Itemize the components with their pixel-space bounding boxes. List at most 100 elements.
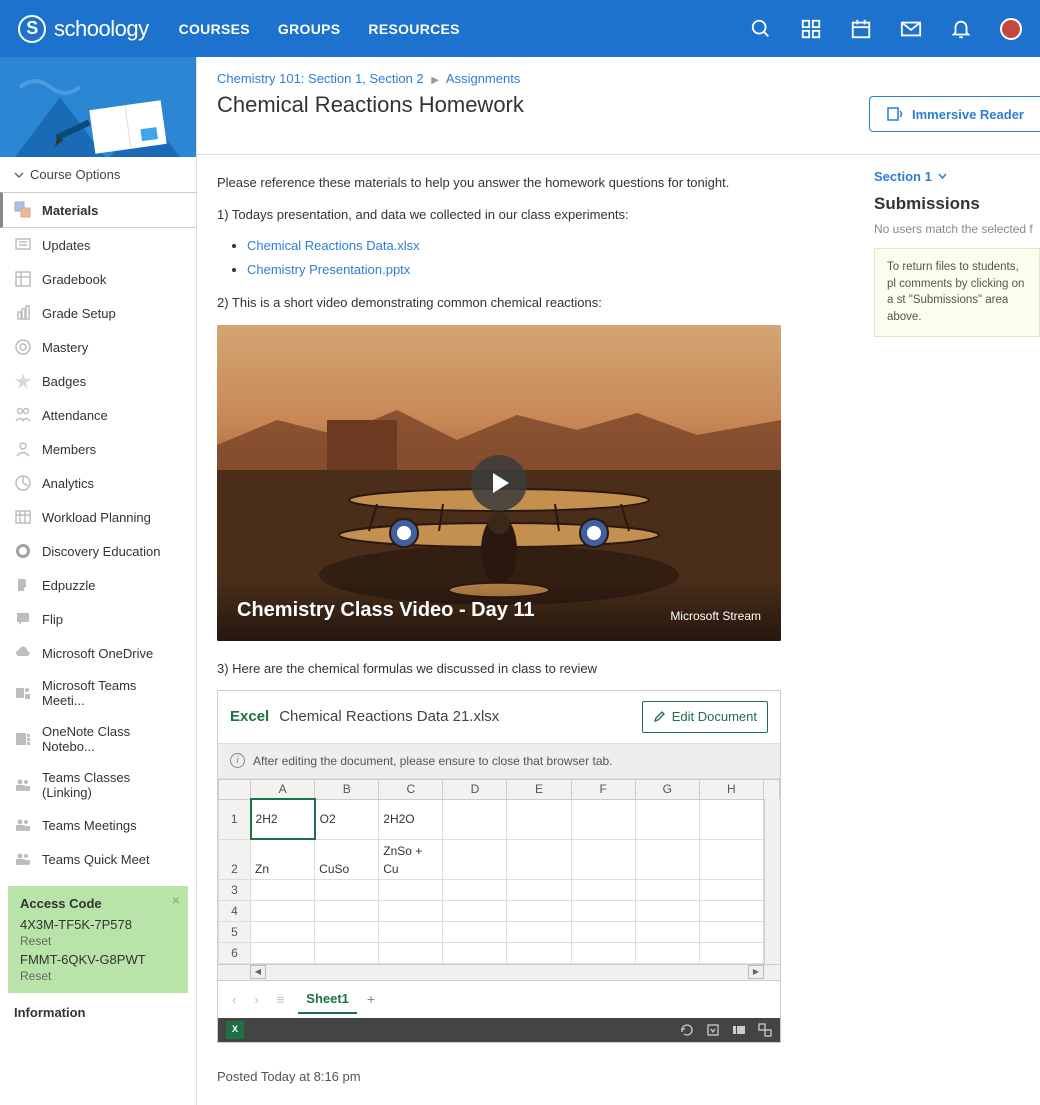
cell[interactable] — [571, 879, 635, 900]
cell[interactable] — [251, 879, 315, 900]
tab-prev-arrow[interactable]: ‹ — [228, 988, 240, 1012]
avatar[interactable] — [1000, 18, 1022, 40]
cell[interactable] — [571, 921, 635, 942]
sidebar-item-workload[interactable]: Workload Planning — [0, 500, 196, 534]
close-icon[interactable]: × — [172, 892, 180, 908]
cell[interactable] — [507, 879, 571, 900]
section-dropdown[interactable]: Section 1 — [874, 169, 1040, 184]
course-options-dropdown[interactable]: Course Options — [0, 157, 196, 192]
tab-next-arrow[interactable]: › — [250, 988, 262, 1012]
edit-document-button[interactable]: Edit Document — [642, 701, 768, 733]
sidebar-item-flip[interactable]: Flip — [0, 602, 196, 636]
cell[interactable] — [635, 942, 699, 963]
cell[interactable] — [507, 839, 571, 879]
cell[interactable]: O2 — [315, 799, 379, 839]
sidebar-item-teams-classes[interactable]: Teams Classes (Linking) — [0, 762, 196, 808]
tab-list-icon[interactable]: ≡ — [273, 988, 289, 1012]
play-button[interactable] — [471, 455, 527, 511]
cell[interactable] — [315, 942, 379, 963]
cell[interactable] — [251, 921, 315, 942]
nav-groups[interactable]: GROUPS — [278, 21, 340, 37]
cell[interactable] — [507, 799, 571, 839]
cell[interactable] — [443, 921, 507, 942]
calendar-icon[interactable] — [850, 18, 872, 40]
cell[interactable] — [443, 900, 507, 921]
breadcrumb-section[interactable]: Assignments — [446, 71, 520, 86]
cell[interactable] — [699, 799, 763, 839]
scroll-left-arrow[interactable]: ◀ — [250, 965, 266, 979]
reset-link-2[interactable]: Reset — [20, 969, 176, 983]
cell[interactable] — [571, 942, 635, 963]
cell[interactable] — [571, 839, 635, 879]
cell[interactable] — [635, 839, 699, 879]
attachment-link-2[interactable]: Chemistry Presentation.pptx — [247, 262, 410, 277]
scrollbar-horizontal[interactable]: ◀ ▶ — [218, 964, 780, 980]
cell[interactable] — [379, 921, 443, 942]
sidebar-item-updates[interactable]: Updates — [0, 228, 196, 262]
cell[interactable] — [699, 879, 763, 900]
cell[interactable] — [699, 839, 763, 879]
cell[interactable]: Zn — [251, 839, 315, 879]
cell[interactable] — [443, 942, 507, 963]
mail-icon[interactable] — [900, 18, 922, 40]
cell[interactable]: CuSo — [315, 839, 379, 879]
fullscreen-icon[interactable] — [758, 1023, 772, 1037]
sheet-tab-active[interactable]: Sheet1 — [298, 985, 357, 1015]
view-icon[interactable] — [732, 1023, 746, 1037]
cell[interactable] — [315, 900, 379, 921]
brand-logo[interactable]: S schoology — [18, 15, 149, 43]
sidebar-item-attendance[interactable]: Attendance — [0, 398, 196, 432]
apps-grid-icon[interactable] — [800, 18, 822, 40]
sidebar-item-onenote[interactable]: OneNote Class Notebo... — [0, 716, 196, 762]
sidebar-item-gradebook[interactable]: Gradebook — [0, 262, 196, 296]
cell[interactable] — [443, 839, 507, 879]
breadcrumb-course[interactable]: Chemistry 101: Section 1, Section 2 — [217, 71, 424, 86]
scrollbar-vertical[interactable] — [764, 799, 780, 964]
download-icon[interactable] — [706, 1023, 720, 1037]
cell[interactable] — [699, 921, 763, 942]
sidebar-item-edpuzzle[interactable]: Edpuzzle — [0, 568, 196, 602]
nav-resources[interactable]: RESOURCES — [368, 21, 459, 37]
sidebar-item-teams-meetings[interactable]: Teams Meetings — [0, 808, 196, 842]
sidebar-item-badges[interactable]: Badges — [0, 364, 196, 398]
cell[interactable]: 2H2 — [251, 799, 315, 839]
cell[interactable] — [699, 942, 763, 963]
sidebar-item-gradesetup[interactable]: Grade Setup — [0, 296, 196, 330]
cell[interactable] — [251, 900, 315, 921]
sidebar-item-onedrive[interactable]: Microsoft OneDrive — [0, 636, 196, 670]
cell[interactable] — [379, 879, 443, 900]
immersive-reader-button[interactable]: Immersive Reader — [869, 96, 1040, 132]
sidebar-item-discovery[interactable]: Discovery Education — [0, 534, 196, 568]
cell[interactable] — [635, 900, 699, 921]
cell[interactable] — [635, 799, 699, 839]
cell[interactable] — [507, 900, 571, 921]
cell[interactable] — [571, 900, 635, 921]
sidebar-item-members[interactable]: Members — [0, 432, 196, 466]
cell[interactable] — [443, 799, 507, 839]
scroll-right-arrow[interactable]: ▶ — [748, 965, 764, 979]
cell[interactable] — [315, 879, 379, 900]
cell[interactable] — [251, 942, 315, 963]
cell[interactable] — [443, 879, 507, 900]
refresh-icon[interactable] — [680, 1023, 694, 1037]
cell[interactable] — [571, 799, 635, 839]
cell[interactable] — [507, 921, 571, 942]
course-banner[interactable] — [0, 57, 196, 157]
add-sheet-button[interactable]: + — [367, 989, 375, 1010]
cell[interactable]: 2H2O — [379, 799, 443, 839]
attachment-link-1[interactable]: Chemical Reactions Data.xlsx — [247, 238, 420, 253]
search-icon[interactable] — [750, 18, 772, 40]
video-embed[interactable]: Chemistry Class Video - Day 11 Microsoft… — [217, 325, 781, 641]
cell[interactable] — [315, 921, 379, 942]
cell[interactable] — [699, 900, 763, 921]
sidebar-item-materials[interactable]: Materials — [0, 192, 196, 228]
cell[interactable] — [379, 900, 443, 921]
spreadsheet-grid[interactable]: ABCDEFGH12H2O22H2O2ZnCuSoZnSo + Cu3456 — [218, 779, 780, 964]
reset-link-1[interactable]: Reset — [20, 934, 176, 948]
cell[interactable] — [379, 942, 443, 963]
sidebar-item-teams-meeting[interactable]: Microsoft Teams Meeti... — [0, 670, 196, 716]
cell[interactable] — [635, 921, 699, 942]
cell[interactable] — [635, 879, 699, 900]
sidebar-item-mastery[interactable]: Mastery — [0, 330, 196, 364]
cell[interactable] — [507, 942, 571, 963]
